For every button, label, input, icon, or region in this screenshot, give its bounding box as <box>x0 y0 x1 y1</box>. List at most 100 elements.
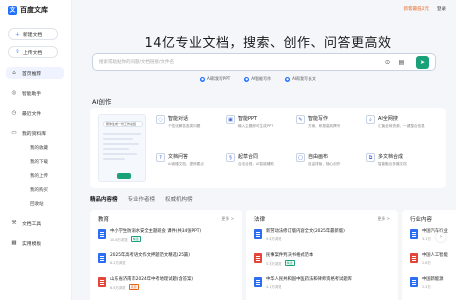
upload-document-button[interactable]: ⇪ 上传文档 <box>8 46 58 58</box>
list-item[interactable]: 中小学生防溺水安全主题班会 课件(共34张PPT) 10.8万浏览 精选 <box>98 228 236 248</box>
ai-icon: ● <box>244 76 250 82</box>
doc-meta: 9.4万浏览 <box>266 237 282 241</box>
list-item[interactable]: 中国新能源 2.2万 <box>410 276 450 296</box>
assistant-icon: ◎ <box>11 90 17 96</box>
new-document-label: 新建文档 <box>23 32 43 38</box>
doc-title: 中华人民共和国中医药法和律师资格考试题库 <box>266 277 352 282</box>
ai-card-qa[interactable]: ? 文档问答 AI读懂文档，提炼要点 <box>156 152 216 180</box>
sidebar-sub-favorites[interactable]: 我的收藏 <box>30 145 48 151</box>
plus-icon: ＋ <box>15 31 21 38</box>
combine-icon: ⧉ <box>366 153 375 162</box>
ai-card-ppt[interactable]: ▣ 智能PPT 输入主题即可生成PPT <box>226 114 286 142</box>
ai-section-title: AI创作 <box>92 98 112 106</box>
list-item[interactable]: 2025年高考语文作文押题范文精选(25篇) 8.2万浏览 <box>98 252 236 272</box>
pdf-file-icon <box>98 277 106 287</box>
sidebar-sub-downloads[interactable]: 我的下载 <box>30 159 48 165</box>
more-link[interactable]: 更多 > <box>377 216 390 222</box>
ai-card-combine[interactable]: ⧉ 多文档合成 智能融合多篇文档 <box>366 152 426 180</box>
list-item[interactable]: 新劳动法修订版内容全文(2025年最新版) 9.4万浏览 <box>254 228 392 248</box>
doc-file-icon <box>410 277 418 287</box>
ai-preview-card[interactable]: 帮你生成一份工作总结 <box>98 114 146 182</box>
sidebar-item-assistant[interactable]: ◎ 智能助手 <box>6 87 64 99</box>
tab-institutions[interactable]: 权威机构榜 <box>165 195 193 203</box>
quick-tag-label: AI帮我写PPT <box>207 76 231 81</box>
scroll-right-arrow-icon[interactable]: › <box>436 232 446 242</box>
quick-tag-ppt[interactable]: ● AI帮我写PPT <box>200 76 230 82</box>
new-document-button[interactable]: ＋ 新建文档 <box>8 28 58 40</box>
doc-title: 中国人工智能 <box>422 253 448 258</box>
quick-tag-longform[interactable]: ● AI帮我写长文 <box>285 76 316 82</box>
merge-icon: ⌕ <box>366 115 375 124</box>
list-item[interactable]: 中国人工智能 2.8万 <box>410 252 450 272</box>
more-link[interactable]: 更多 > <box>221 216 234 222</box>
ai-card-title: 智能写作 <box>308 116 329 122</box>
search-box: ⊙ ▤ ➤ <box>92 53 436 71</box>
sidebar-item-label: 智能助手 <box>22 91 42 97</box>
sidebar-item-label: 首页推荐 <box>22 71 42 77</box>
sidebar-sub-uploads[interactable]: 我的上传 <box>30 173 48 179</box>
sidebar-item-library[interactable]: ▭ 我的资料库 <box>6 127 64 139</box>
ai-card-title: 文档问答 <box>168 154 189 160</box>
doc-meta: 3.1万 <box>422 237 431 241</box>
search-input[interactable] <box>99 57 369 68</box>
quick-tag-writing[interactable]: ● AI智能写作 <box>244 76 271 82</box>
top-bar: 新客最低2元 登录 <box>404 6 446 12</box>
doc-title: 民事案件判决书格式范本 <box>266 253 314 258</box>
ai-card-desc: 自由排版，随心创作 <box>308 162 341 166</box>
ai-card-title: 自由画布 <box>308 154 329 160</box>
attach-file-icon[interactable]: ▤ <box>397 58 406 67</box>
ai-card-desc: 智能融合多篇文档 <box>378 162 407 166</box>
doc-file-icon <box>98 253 106 263</box>
ai-card-title: AI全网搜 <box>378 116 398 122</box>
ai-card-canvas[interactable]: ▢ 自由画布自由排版，随心创作 <box>296 152 356 180</box>
list-item[interactable]: 中华人民共和国中医药法和律师资格考试题库 4.1万浏览 <box>254 276 392 296</box>
doc-title: 中小学生防溺水安全主题班会 课件(共34张PPT) <box>110 229 202 234</box>
ai-icon: ● <box>200 76 205 82</box>
sidebar-item-label: 我的资料库 <box>22 131 46 137</box>
canvas-icon: ▢ <box>296 153 305 162</box>
login-link[interactable]: 登录 <box>437 6 446 12</box>
sidebar-sub-purchases[interactable]: 我的购买 <box>30 187 48 193</box>
ai-card-desc: 方案、研报高效撰写 <box>308 124 341 128</box>
list-item[interactable]: 民事案件判决书格式范本 5.3万浏览 精选 <box>254 252 392 272</box>
preview-line <box>103 133 141 135</box>
ai-card-contract[interactable]: § 起草合同 合法合规，AI智能辅助 <box>226 152 286 180</box>
preview-line <box>103 158 125 160</box>
list-item[interactable]: 山东省济南市2024年中考地理试题(含答案) 6.5万浏览 真题 <box>98 276 236 296</box>
ai-card-desc: 汇聚全网资源，一键整合信息 <box>378 124 425 128</box>
ai-card-writing[interactable]: ✎ 智能写作 方案、研报高效撰写 <box>296 114 356 142</box>
doc-meta: 4.1万浏览 <box>266 285 282 289</box>
logo-mark-icon: 文 <box>8 5 17 15</box>
sidebar: 文 百度文库 ＋ 新建文档 ⇪ 上传文档 ⌂ 首页推荐 ◎ 智能助手 ◷ 最近文… <box>0 0 72 300</box>
ai-card-title: 智能对话 <box>168 116 189 122</box>
card-title: 行业内容 <box>410 217 433 223</box>
sidebar-item-recent[interactable]: ◷ 最近文件 <box>6 107 64 119</box>
ai-card-chat[interactable]: ◌ 智能对话 个性化解答各类问题 <box>156 114 216 142</box>
doc-title: 山东省济南市2024年中考地理试题(含答案) <box>110 277 194 282</box>
tools-icon: ⚒ <box>11 220 17 226</box>
doc-meta: 6.5万浏览 <box>110 285 126 290</box>
tab-premium-content[interactable]: 精品内容榜 <box>90 195 118 203</box>
card-title: 教育 <box>98 217 110 223</box>
doc-file-icon <box>254 277 262 287</box>
card-title: 法律 <box>254 217 266 223</box>
ai-card-title: 起草合同 <box>238 154 259 160</box>
sidebar-item-label: 最近文件 <box>22 111 42 117</box>
ai-card-desc: 合法合规，AI智能辅助 <box>238 162 274 166</box>
quick-tags: ● AI帮我写PPT ● AI智能写作 ● AI帮我写长文 <box>200 76 316 82</box>
doc-title: 新劳动法修订版内容全文(2025年最新版) <box>266 229 345 234</box>
voice-icon[interactable]: ⊙ <box>383 58 392 67</box>
sidebar-item-home[interactable]: ⌂ 首页推荐 <box>6 67 64 79</box>
doc-meta: 2.8万 <box>422 261 431 265</box>
doc-badge: 精选 <box>130 236 141 242</box>
sidebar-item-tools[interactable]: ⚒ 文档工具 <box>6 217 64 229</box>
tab-authors[interactable]: 专业作者榜 <box>128 195 156 203</box>
send-button[interactable]: ➤ <box>416 56 429 69</box>
ai-card-search[interactable]: ⌕ AI全网搜汇聚全网资源，一键整合信息 <box>366 114 426 142</box>
sidebar-item-label: 实用模板 <box>22 241 42 247</box>
preview-line <box>103 153 137 155</box>
sidebar-item-templates[interactable]: ▦ 实用模板 <box>6 237 64 249</box>
sidebar-sub-trash[interactable]: 回收站 <box>30 201 44 207</box>
vip-offer-link[interactable]: 新客最低2元 <box>404 6 429 12</box>
brand-logo[interactable]: 文 百度文库 <box>8 5 48 15</box>
